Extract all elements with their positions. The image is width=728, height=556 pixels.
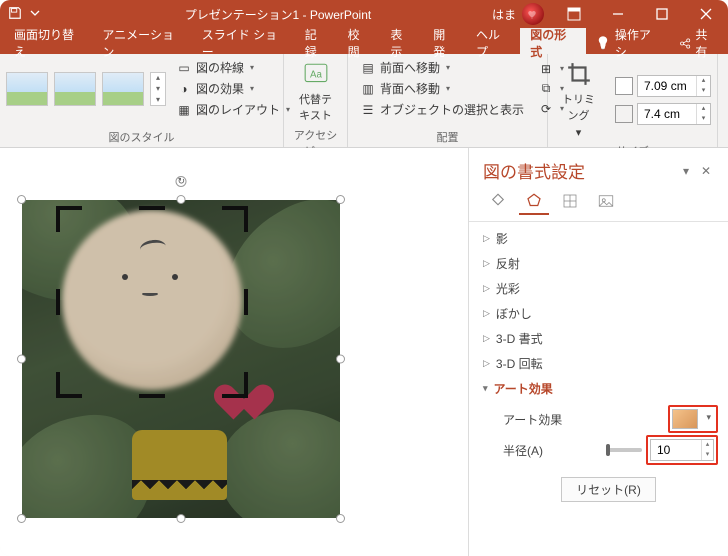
picture-border-button[interactable]: ▭図の枠線▾	[174, 58, 292, 77]
height-icon	[615, 77, 633, 95]
crop-frame[interactable]	[56, 206, 248, 398]
slide-canvas[interactable]	[0, 148, 468, 556]
crop-button[interactable]: トリミング▾	[554, 58, 603, 141]
pane-tab-fill[interactable]	[483, 189, 513, 215]
bring-forward-button[interactable]: ▤前面へ移動▾	[358, 58, 526, 77]
picture-layout-button[interactable]: ▦図のレイアウト▾	[174, 100, 292, 119]
border-icon: ▭	[176, 60, 192, 76]
pane-options-button[interactable]: ▾	[676, 164, 696, 178]
tab-animations[interactable]: アニメーション	[92, 28, 191, 54]
radius-slider[interactable]	[606, 448, 642, 452]
radius-input[interactable]: 10▴▾	[650, 439, 714, 461]
radius-label: 半径(A)	[503, 442, 598, 459]
section-soft-edges[interactable]: ▷ぼかし	[483, 305, 714, 322]
selected-picture[interactable]	[22, 200, 340, 518]
style-thumb[interactable]	[102, 72, 144, 106]
window-title: プレゼンテーション1 - PowerPoint	[70, 6, 486, 23]
maximize-button[interactable]	[640, 0, 684, 28]
ribbon-tabs: 画面切り替え アニメーション スライド ショー 記録 校閲 表示 開発 ヘルプ …	[0, 28, 728, 54]
selection-icon: ☰	[360, 102, 376, 118]
resize-handle[interactable]	[336, 514, 345, 523]
resize-handle[interactable]	[336, 355, 345, 364]
height-input[interactable]: 7.09 cm▴▾	[637, 75, 711, 97]
group-label-styles: 図のスタイル	[6, 127, 277, 147]
title-bar: プレゼンテーション1 - PowerPoint はま	[0, 0, 728, 28]
section-glow[interactable]: ▷光彩	[483, 280, 714, 297]
resize-handle[interactable]	[177, 514, 186, 523]
tab-record[interactable]: 記録	[295, 28, 338, 54]
alt-text-icon: Aa	[302, 60, 330, 88]
tab-transitions[interactable]: 画面切り替え	[4, 28, 92, 54]
section-artistic-effects[interactable]: ▾アート効果	[483, 380, 714, 397]
user-name[interactable]: はま	[486, 6, 522, 23]
resize-handle[interactable]	[336, 195, 345, 204]
section-shadow[interactable]: ▷影	[483, 230, 714, 247]
width-icon	[615, 105, 633, 123]
alt-text-button[interactable]: Aa 代替テキスト	[290, 58, 341, 125]
format-picture-pane: 図の書式設定 ▾ ✕ ▷影 ▷反射 ▷光彩 ▷ぼかし ▷3-D 書式 ▷3-D …	[468, 148, 728, 556]
avatar[interactable]	[522, 3, 544, 25]
pane-tab-effects[interactable]	[519, 189, 549, 215]
resize-handle[interactable]	[17, 355, 26, 364]
picture-effects-button[interactable]: ◑図の効果▾	[174, 79, 292, 98]
picture-content	[22, 200, 340, 518]
artistic-effect-label: アート効果	[503, 411, 664, 428]
style-thumb[interactable]	[6, 72, 48, 106]
artistic-effect-picker[interactable]	[672, 409, 698, 429]
ribbon-display-button[interactable]	[552, 0, 596, 28]
share-button[interactable]: 共有	[669, 28, 728, 54]
resize-handle[interactable]	[17, 514, 26, 523]
tell-me-button[interactable]: 操作アシ	[586, 28, 669, 54]
send-backward-button[interactable]: ▥背面へ移動▾	[358, 79, 526, 98]
group-label-arrange: 配置	[354, 127, 541, 147]
tab-review[interactable]: 校閲	[338, 28, 381, 54]
pane-tab-size[interactable]	[555, 189, 585, 215]
autosave-icon[interactable]	[8, 6, 22, 23]
picture-styles-gallery[interactable]: ▴▾▾	[6, 72, 166, 106]
layout-icon: ▦	[176, 102, 192, 118]
pane-close-button[interactable]: ✕	[696, 164, 716, 178]
pane-tab-picture[interactable]	[591, 189, 621, 215]
width-input[interactable]: 7.4 cm▴▾	[637, 103, 711, 125]
ribbon: ▴▾▾ ▭図の枠線▾ ◑図の効果▾ ▦図のレイアウト▾ 図のスタイル Aa 代替…	[0, 54, 728, 148]
section-3d-format[interactable]: ▷3-D 書式	[483, 330, 714, 347]
send-backward-icon: ▥	[360, 81, 376, 97]
tab-developer[interactable]: 開発	[423, 28, 466, 54]
gallery-more-button[interactable]: ▴▾▾	[150, 72, 166, 106]
style-thumb[interactable]	[54, 72, 96, 106]
minimize-button[interactable]	[596, 0, 640, 28]
close-button[interactable]	[684, 0, 728, 28]
svg-text:Aa: Aa	[310, 69, 323, 80]
tab-view[interactable]: 表示	[380, 28, 423, 54]
section-3d-rotation[interactable]: ▷3-D 回転	[483, 355, 714, 372]
effects-icon: ◑	[176, 81, 192, 97]
tab-slideshow[interactable]: スライド ショー	[192, 28, 295, 54]
resize-handle[interactable]	[17, 195, 26, 204]
selection-pane-button[interactable]: ☰オブジェクトの選択と表示	[358, 100, 526, 119]
crop-icon	[565, 60, 593, 88]
qat-more-icon[interactable]	[30, 7, 40, 21]
bring-forward-icon: ▤	[360, 60, 376, 76]
pane-title: 図の書式設定	[483, 158, 676, 183]
tab-picture-format[interactable]: 図の形式	[520, 28, 586, 54]
resize-handle[interactable]	[177, 195, 186, 204]
tab-help[interactable]: ヘルプ	[466, 28, 520, 54]
section-reflection[interactable]: ▷反射	[483, 255, 714, 272]
rotate-handle[interactable]	[176, 176, 187, 187]
reset-button[interactable]: リセット(R)	[561, 477, 656, 502]
